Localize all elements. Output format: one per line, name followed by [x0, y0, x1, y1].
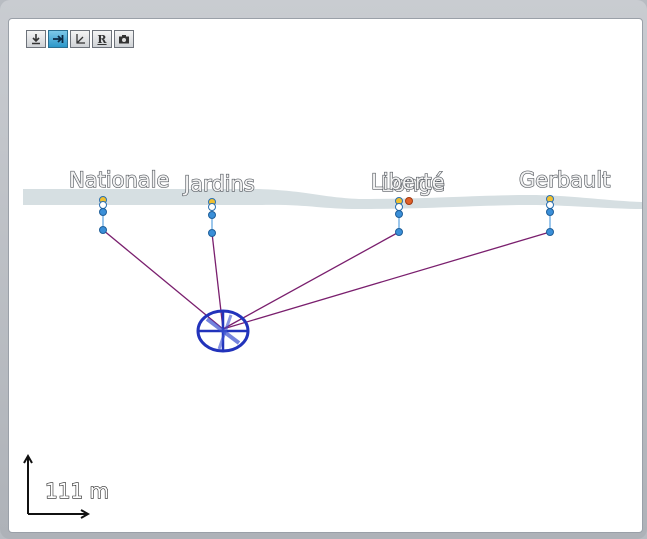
link-line-liberte	[222, 231, 400, 330]
map-svg[interactable]: Nationale Jardins Longe Liberté Gerbault…	[9, 19, 642, 532]
node-stack-nationale	[99, 196, 107, 234]
node-marker	[208, 211, 216, 219]
node-marker	[546, 201, 554, 209]
map-toolbar: R	[26, 30, 134, 48]
node-marker	[395, 203, 403, 211]
pan-button[interactable]	[48, 30, 68, 48]
link-line-gerbault	[222, 231, 551, 330]
node-marker	[99, 226, 107, 234]
node-stack-gerbault	[546, 195, 554, 236]
window-frame: Nationale Jardins Longe Liberté Gerbault…	[0, 0, 647, 539]
station-label-jardins: Jardins	[182, 172, 255, 196]
map-canvas[interactable]: Nationale Jardins Longe Liberté Gerbault…	[8, 18, 643, 533]
camera-icon	[119, 35, 129, 44]
source-ellipse[interactable]	[196, 309, 250, 353]
axes-icon	[76, 34, 85, 44]
node-stack-jardins	[208, 198, 216, 237]
node-marker	[99, 201, 107, 209]
node-marker	[99, 208, 107, 216]
node-marker	[395, 228, 403, 236]
node-marker	[395, 210, 403, 218]
scale-label: 111 m	[45, 479, 109, 503]
node-marker	[208, 203, 216, 211]
download-icon	[32, 34, 40, 45]
pan-arrow-icon	[53, 35, 64, 43]
link-lines	[102, 229, 551, 330]
camera-button[interactable]	[114, 30, 134, 48]
link-line-nationale	[102, 229, 224, 330]
link-line-jardins	[211, 232, 224, 330]
station-label-nationale: Nationale	[69, 168, 169, 192]
node-marker	[546, 208, 554, 216]
download-button[interactable]	[26, 30, 46, 48]
axes-button[interactable]	[70, 30, 90, 48]
r-label: R	[97, 32, 107, 46]
node-marker	[208, 229, 216, 237]
station-label-liberte: Liberté	[371, 170, 445, 194]
node-marker	[546, 228, 554, 236]
station-label-gerbault: Gerbault	[519, 168, 610, 192]
r-button[interactable]: R	[92, 30, 112, 48]
node-marker-active	[405, 197, 413, 205]
